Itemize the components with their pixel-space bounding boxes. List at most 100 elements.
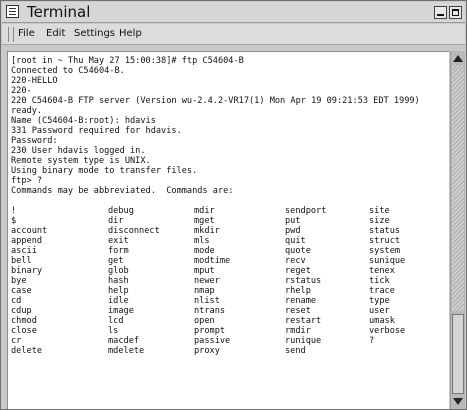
terminal-line: 220 C54604-B FTP server (Version wu-2.4.… xyxy=(11,96,420,106)
command-cell: size xyxy=(369,216,390,226)
command-cell: help xyxy=(108,286,129,296)
terminal-line: 331 Password required for hdavis. xyxy=(11,126,182,136)
command-cell: close xyxy=(11,326,37,336)
command-cell: disconnect xyxy=(108,226,160,236)
command-cell: mls xyxy=(194,236,210,246)
command-cell: lcd xyxy=(108,316,124,326)
maximize-icon[interactable] xyxy=(449,6,462,19)
command-cell: restart xyxy=(285,316,322,326)
command-cell: idle xyxy=(108,296,129,306)
menu-edit[interactable]: Edit xyxy=(46,28,65,39)
command-cell: pwd xyxy=(285,226,301,236)
menu-bar: File Edit Settings Help xyxy=(2,24,465,45)
minimize-icon[interactable] xyxy=(434,6,447,19)
command-cell: $ xyxy=(11,216,17,226)
command-cell: proxy xyxy=(194,346,220,356)
command-cell: umask xyxy=(369,316,395,326)
title-bar[interactable]: Terminal xyxy=(2,2,465,23)
command-cell: cr xyxy=(11,336,22,346)
command-cell: mode xyxy=(194,246,215,256)
command-cell: quit xyxy=(285,236,306,246)
command-cell: delete xyxy=(11,346,43,356)
command-cell: debug xyxy=(108,206,134,216)
terminal-line: 230 User hdavis logged in. xyxy=(11,146,146,156)
command-cell: mkdir xyxy=(194,226,220,236)
scrollbar-thumb[interactable] xyxy=(452,314,464,394)
command-cell: modtime xyxy=(194,256,231,266)
command-cell: nmap xyxy=(194,286,215,296)
command-cell: rmdir xyxy=(285,326,311,336)
command-cell: image xyxy=(108,306,134,316)
command-cell: mdir xyxy=(194,206,215,216)
command-cell: recv xyxy=(285,256,306,266)
command-cell: nlist xyxy=(194,296,220,306)
command-cell: rename xyxy=(285,296,317,306)
command-cell: bell xyxy=(11,256,32,266)
command-cell: case xyxy=(11,286,32,296)
command-cell: type xyxy=(369,296,390,306)
scroll-up-arrow-icon[interactable] xyxy=(453,55,463,62)
command-cell: put xyxy=(285,216,301,226)
command-cell: reget xyxy=(285,266,311,276)
command-cell: system xyxy=(369,246,401,256)
scrollbar-trough[interactable] xyxy=(452,65,464,311)
command-cell: user xyxy=(369,306,390,316)
command-cell: glob xyxy=(108,266,129,276)
command-cell: exit xyxy=(108,236,129,246)
command-cell: status xyxy=(369,226,401,236)
terminal-line: Commands may be abbreviated. Commands ar… xyxy=(11,186,234,196)
terminal-line: Connected to C54604-B. xyxy=(11,66,125,76)
terminal-line: Remote system type is UNIX. xyxy=(11,156,151,166)
command-cell: tick xyxy=(369,276,390,286)
command-cell: form xyxy=(108,246,129,256)
command-cell: ascii xyxy=(11,246,37,256)
command-cell: hash xyxy=(108,276,129,286)
command-cell: mget xyxy=(194,216,215,226)
terminal-window: Terminal File Edit Settings Help [root i… xyxy=(0,0,467,410)
command-cell: trace xyxy=(369,286,395,296)
command-cell: quote xyxy=(285,246,311,256)
terminal-line: Using binary mode to transfer files. xyxy=(11,166,198,176)
command-cell: rhelp xyxy=(285,286,311,296)
command-cell: prompt xyxy=(194,326,226,336)
command-cell: chmod xyxy=(11,316,37,326)
command-cell: ls xyxy=(108,326,119,336)
terminal-line: Name (C54604-B:root): hdavis xyxy=(11,116,156,126)
command-cell: cdup xyxy=(11,306,32,316)
terminal-output[interactable]: [root in ~ Thu May 27 15:00:38]# ftp C54… xyxy=(7,51,449,409)
command-cell: append xyxy=(11,236,43,246)
command-cell: tenex xyxy=(369,266,395,276)
menu-settings[interactable]: Settings xyxy=(74,28,115,39)
window-menu-icon[interactable] xyxy=(6,5,19,18)
menu-help[interactable]: Help xyxy=(119,28,142,39)
scroll-down-arrow-icon[interactable] xyxy=(453,398,463,405)
command-cell: runique xyxy=(285,336,322,346)
terminal-line: 220-HELLO xyxy=(11,76,58,86)
command-cell: rstatus xyxy=(285,276,322,286)
command-cell: mput xyxy=(194,266,215,276)
command-cell: open xyxy=(194,316,215,326)
terminal-line: [root in ~ Thu May 27 15:00:38]# ftp C54… xyxy=(11,56,244,66)
command-cell: site xyxy=(369,206,390,216)
command-cell: sendport xyxy=(285,206,327,216)
command-cell: sunique xyxy=(369,256,406,266)
menu-file[interactable]: File xyxy=(18,28,35,39)
command-cell: passive xyxy=(194,336,231,346)
command-cell: macdef xyxy=(108,336,140,346)
vertical-scrollbar[interactable] xyxy=(450,51,465,409)
command-cell: ! xyxy=(11,206,17,216)
command-cell: reset xyxy=(285,306,311,316)
command-cell: ntrans xyxy=(194,306,226,316)
terminal-line: ftp> ? xyxy=(11,176,43,186)
command-cell: get xyxy=(108,256,124,266)
window-title: Terminal xyxy=(27,3,91,21)
terminal-line: Password: xyxy=(11,136,58,146)
command-cell: bye xyxy=(11,276,27,286)
command-cell: verbose xyxy=(369,326,406,336)
command-cell: dir xyxy=(108,216,124,226)
command-cell: binary xyxy=(11,266,43,276)
menubar-grip-handle[interactable] xyxy=(8,27,14,42)
command-cell: struct xyxy=(369,236,401,246)
command-cell: send xyxy=(285,346,306,356)
terminal-line: ready. xyxy=(11,106,43,116)
